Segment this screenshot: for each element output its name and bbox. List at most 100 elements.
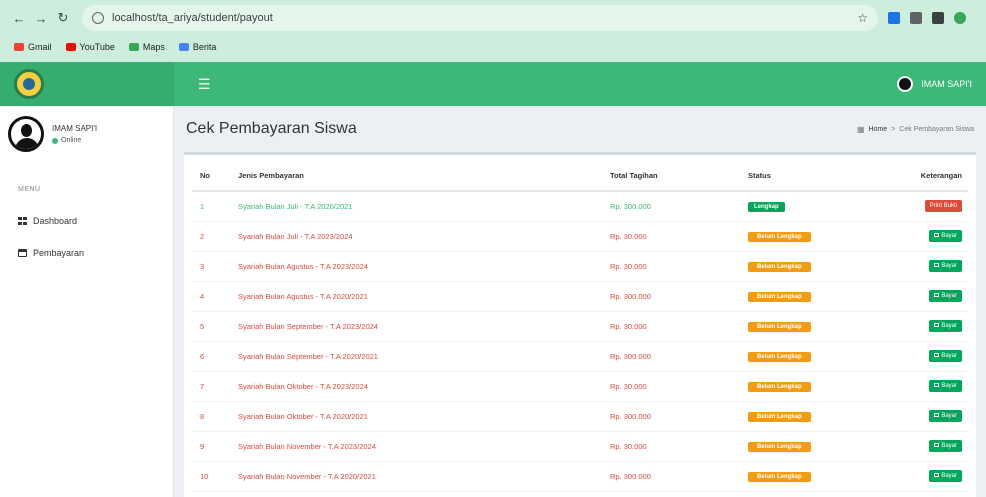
pay-button[interactable]: Bayar: [929, 440, 962, 452]
bookmark-gmail[interactable]: Gmail: [14, 42, 52, 52]
payment-table: No Jenis Pembayaran Total Tagihan Status…: [192, 161, 968, 497]
cell-no: 7: [192, 370, 238, 401]
user-name: IMAM SAPI'I: [921, 79, 972, 89]
cell-status: Belum Lengkap: [748, 220, 900, 251]
status-badge: Belum Lengkap: [748, 291, 811, 302]
cell-keterangan: Bayar: [900, 400, 968, 431]
cell-status: Belum Lengkap: [748, 370, 900, 401]
cell-total: Rp. 30.000: [610, 310, 748, 341]
bookmark-star-icon[interactable]: ☆: [857, 11, 868, 25]
cell-no: 6: [192, 340, 238, 371]
status-badge: Belum Lengkap: [748, 381, 811, 392]
header-total: Total Tagihan: [610, 161, 748, 192]
avatar: [897, 76, 914, 92]
cell-total: Rp. 300.000: [610, 460, 748, 491]
online-dot-icon: [52, 137, 58, 144]
back-icon[interactable]: ←: [8, 7, 30, 29]
logo-area[interactable]: [0, 62, 174, 106]
cell-keterangan: Bayar: [900, 310, 968, 341]
sidepanel-icon[interactable]: [932, 12, 944, 24]
forward-icon[interactable]: →: [30, 7, 52, 29]
browser-chrome: ← → ↻ localhost/ta_ariya/student/payout …: [0, 0, 986, 62]
header-jenis: Jenis Pembayaran: [238, 161, 610, 192]
cell-status: Belum Lengkap: [748, 400, 900, 431]
cell-no: 2: [192, 220, 238, 251]
status-badge: Belum Lengkap: [748, 231, 811, 242]
wallet-icon: [934, 473, 940, 478]
table-row: 2 Syariah Bulan Juli - T.A 2023/2024 Rp. 3…: [192, 220, 968, 251]
table-row: 8 Syariah Bulan Oktober - T.A 2020/2021 Rp…: [192, 400, 968, 431]
bookmark-berita[interactable]: Berita: [178, 42, 216, 52]
cell-total: Rp. 300.000: [610, 190, 748, 221]
cell-total: Rp. 30.000: [610, 430, 748, 461]
puzzle-icon[interactable]: [910, 12, 922, 24]
cell-no: 9: [192, 430, 238, 461]
cell-status: Belum Lengkap: [748, 460, 900, 491]
breadcrumb-home[interactable]: Home: [869, 126, 888, 133]
pay-button[interactable]: Bayar: [929, 260, 962, 272]
cell-keterangan: Bayar: [900, 250, 968, 281]
profile-icon[interactable]: [954, 12, 966, 24]
cell-keterangan: Bayar: [900, 370, 968, 401]
table-row: 1 Syariah Bulan Juli - T.A 2020/2021 Rp. 3…: [192, 190, 968, 221]
extensions: [888, 12, 966, 24]
bookmark-youtube[interactable]: YouTube: [65, 42, 115, 52]
sidebar-item-pembayaran[interactable]: Pembayaran: [0, 237, 173, 269]
wallet-icon: [934, 443, 940, 448]
dashboard-icon: [18, 217, 27, 225]
pay-button[interactable]: Bayar: [929, 410, 962, 422]
address-bar[interactable]: localhost/ta_ariya/student/payout ☆: [82, 5, 878, 31]
page-title: Cek Pembayaran Siswa: [186, 120, 357, 137]
wallet-icon: [934, 413, 940, 418]
pay-button[interactable]: Bayar: [929, 320, 962, 332]
cell-keterangan: Bayar: [900, 490, 968, 497]
pay-button[interactable]: Bayar: [929, 380, 962, 392]
cell-status: Belum Lengkap: [748, 490, 900, 497]
status-badge: Belum Lengkap: [748, 351, 811, 362]
wallet-icon: [934, 323, 940, 328]
cell-keterangan: Bayar: [900, 220, 968, 251]
wallet-icon: [934, 233, 940, 238]
cell-no: 3: [192, 250, 238, 281]
cell-no: 1: [192, 190, 238, 221]
bookmarks-bar: Gmail YouTube Maps Berita: [0, 36, 986, 58]
status-badge: Belum Lengkap: [748, 441, 811, 452]
cell-jenis: Syariah Bulan Agustus - T.A 2023/2024: [238, 250, 610, 281]
table-row: 7 Syariah Bulan Oktober - T.A 2023/2024 Rp…: [192, 370, 968, 401]
cell-keterangan: Bayar: [900, 280, 968, 311]
app-header: ☰ IMAM SAPI'I: [0, 62, 986, 106]
pay-button[interactable]: Bayar: [929, 470, 962, 482]
cell-keterangan: Bayar: [900, 430, 968, 461]
wallet-icon: [934, 293, 940, 298]
table-row: 10 Syariah Bulan November - T.A 2020/2021…: [192, 460, 968, 491]
home-icon: ▦: [856, 124, 865, 134]
cell-no: 10: [192, 460, 238, 491]
school-logo: [14, 69, 44, 99]
card-icon: [18, 249, 27, 257]
sidebar-item-dashboard[interactable]: Dashboard: [0, 205, 173, 237]
table-row: 6 Syariah Bulan September - T.A 2020/2021…: [192, 340, 968, 371]
cell-status: Belum Lengkap: [748, 310, 900, 341]
bookmark-maps[interactable]: Maps: [128, 42, 165, 52]
cell-no: 4: [192, 280, 238, 311]
print-receipt-button[interactable]: Print Bukti: [924, 200, 962, 213]
main-content: Cek Pembayaran Siswa ▦ Home > Cek Pembay…: [174, 106, 986, 497]
menu-toggle-icon[interactable]: ☰: [198, 76, 211, 93]
extension-icon[interactable]: [888, 12, 900, 24]
wallet-icon: [934, 383, 940, 388]
user-menu[interactable]: IMAM SAPI'I: [897, 76, 986, 92]
cell-no: 8: [192, 400, 238, 431]
table-header-row: No Jenis Pembayaran Total Tagihan Status…: [192, 161, 968, 192]
cell-total: Rp. 30.000: [610, 220, 748, 251]
cell-total: Rp. 30.000: [610, 370, 748, 401]
cell-jenis: Syariah Bulan Juli - T.A 2023/2024: [238, 220, 610, 251]
reload-icon[interactable]: ↻: [52, 7, 74, 29]
user-panel: IMAM SAPI'I Online: [0, 106, 173, 162]
site-info-icon[interactable]: [92, 12, 104, 24]
cell-total: Rp. 300.000: [610, 340, 748, 371]
pay-button[interactable]: Bayar: [929, 230, 962, 242]
status-badge: Lengkap: [748, 201, 785, 212]
cell-jenis: Syariah Bulan Oktober - T.A 2020/2021: [238, 400, 610, 431]
pay-button[interactable]: Bayar: [929, 290, 962, 302]
pay-button[interactable]: Bayar: [929, 350, 962, 362]
